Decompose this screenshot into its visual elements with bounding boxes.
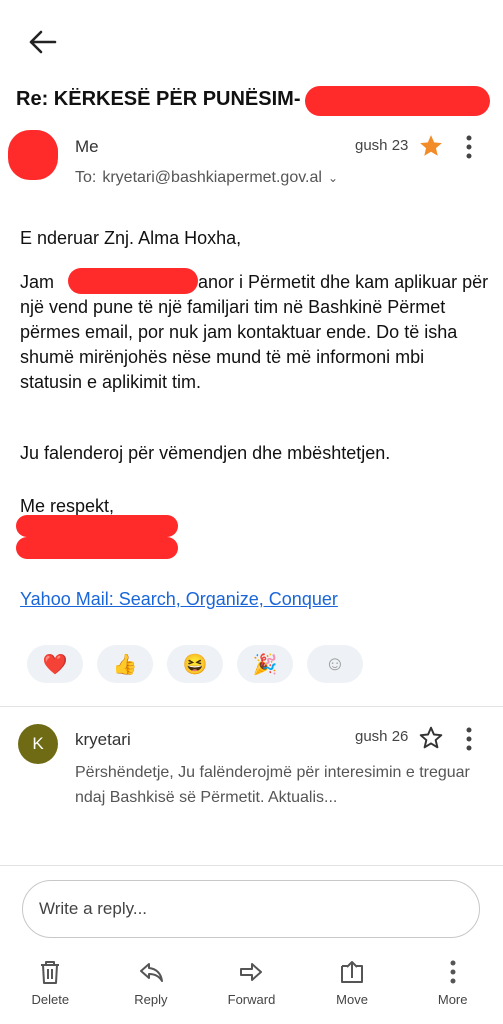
sender-name: kryetari — [75, 730, 131, 749]
divider — [0, 865, 503, 866]
reply-placeholder: Write a reply... — [39, 899, 148, 918]
message-date: gush 26 — [355, 728, 409, 745]
redaction-mark — [16, 537, 178, 559]
message-date: gush 23 — [355, 137, 409, 154]
signature-link[interactable]: Yahoo Mail: Search, Organize, Conquer — [20, 589, 338, 610]
reply-button[interactable]: Reply — [106, 958, 196, 1018]
heart-icon: ❤️ — [42, 653, 68, 676]
reply-label: Reply — [134, 992, 168, 1007]
redaction-mark — [16, 515, 178, 537]
trash-icon — [41, 961, 60, 984]
reaction-bar: ❤️ 👍 😆 🎉 ☺ — [27, 645, 363, 683]
redaction-mark — [68, 268, 198, 294]
star-filled-icon — [420, 135, 442, 156]
recipient-line[interactable]: To: kryetari@bashkiapermet.gov.al ⌄ — [75, 169, 338, 187]
star-button[interactable] — [418, 133, 444, 159]
reply-input[interactable]: Write a reply... — [22, 880, 480, 938]
paragraph-start: Jam — [20, 272, 55, 292]
bottom-toolbar: Delete Reply Forward Move More — [0, 958, 503, 1018]
redaction-mark — [305, 86, 490, 116]
forward-button[interactable]: Forward — [206, 958, 296, 1018]
arrow-left-icon — [29, 30, 57, 54]
chevron-down-icon[interactable]: ⌄ — [328, 171, 338, 185]
thumbs-up-reaction-button[interactable]: 👍 — [97, 645, 153, 683]
forward-label: Forward — [227, 992, 276, 1007]
thumbs-up-icon: 👍 — [112, 653, 138, 676]
star-outline-icon — [419, 726, 443, 749]
laughing-icon: 😆 — [182, 653, 208, 676]
move-label: Move — [336, 992, 368, 1007]
move-folder-icon — [341, 961, 364, 983]
more-options-button[interactable] — [462, 725, 476, 753]
back-button[interactable] — [26, 28, 58, 56]
to-label: To: — [75, 169, 97, 186]
add-reaction-button[interactable]: ☺ — [307, 645, 363, 683]
divider — [0, 706, 503, 707]
avatar[interactable]: K — [18, 724, 58, 764]
greeting-text: E nderuar Znj. Alma Hoxha, — [20, 228, 242, 248]
more-button[interactable]: More — [408, 958, 498, 1018]
message-snippet[interactable]: Përshëndetje, Ju falënderojmë për intere… — [75, 760, 480, 810]
delete-button[interactable]: Delete — [5, 958, 95, 1018]
more-options-button[interactable] — [462, 133, 476, 161]
party-reaction-button[interactable]: 🎉 — [237, 645, 293, 683]
party-popper-icon: 🎉 — [252, 653, 278, 676]
more-vertical-icon — [466, 135, 472, 159]
delete-label: Delete — [31, 992, 70, 1007]
sender-name: Me — [75, 137, 99, 156]
more-label: More — [437, 992, 468, 1007]
forward-icon — [240, 963, 263, 981]
more-vertical-icon — [466, 727, 472, 751]
laughing-reaction-button[interactable]: 😆 — [167, 645, 223, 683]
recipient-address: kryetari@bashkiapermet.gov.al — [102, 169, 322, 186]
move-button[interactable]: Move — [307, 958, 397, 1018]
closing-paragraph: Ju falenderoj për vëmendjen dhe mbështet… — [20, 443, 391, 463]
redaction-mark — [8, 130, 58, 180]
reply-icon — [139, 963, 163, 982]
star-button[interactable] — [418, 725, 444, 751]
more-vertical-icon — [450, 960, 456, 984]
heart-reaction-button[interactable]: ❤️ — [27, 645, 83, 683]
add-reaction-icon: ☺ — [324, 652, 346, 675]
